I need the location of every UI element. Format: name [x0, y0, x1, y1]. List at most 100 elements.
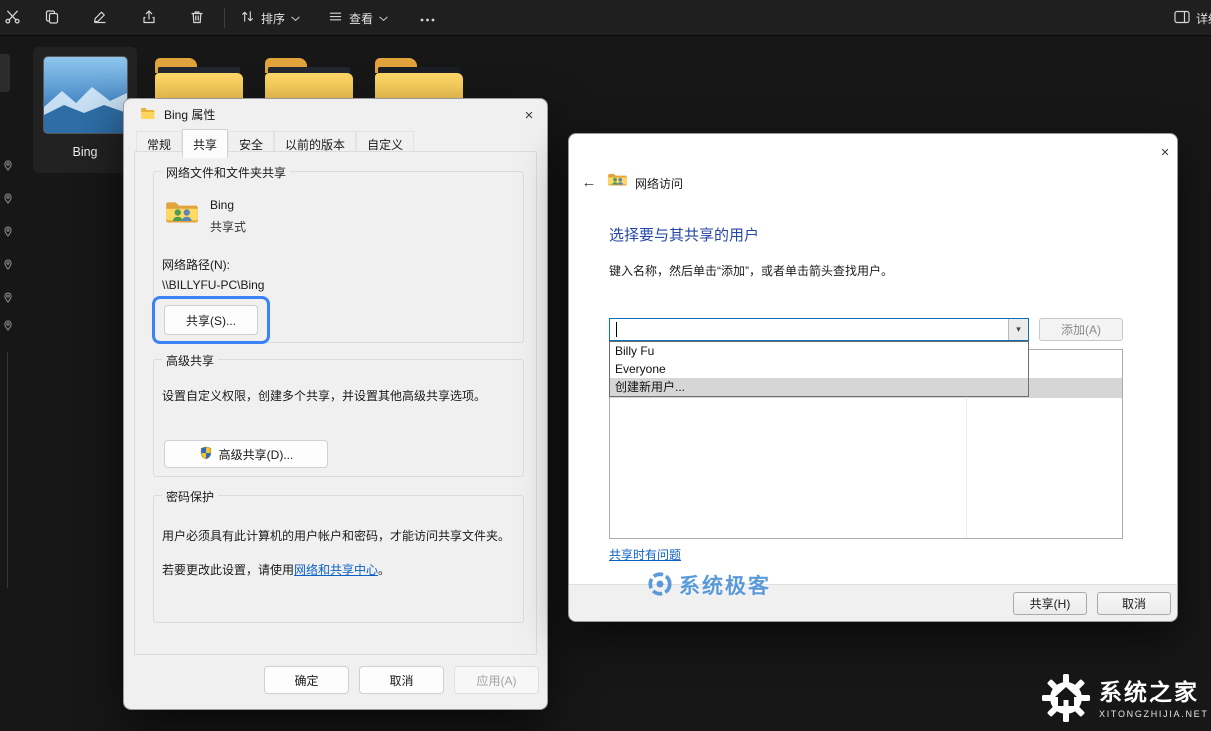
- close-button[interactable]: ×: [515, 103, 543, 127]
- user-dropdown-list: Billy Fu Everyone 创建新用户...: [609, 341, 1029, 397]
- text-caret: [616, 322, 617, 337]
- site-url: XITONGZHIJIA.NET: [1099, 709, 1209, 719]
- close-icon: ×: [1161, 144, 1170, 161]
- dropdown-item-billy-fu[interactable]: Billy Fu: [610, 342, 1028, 360]
- chevron-down-icon: ▾: [1016, 324, 1021, 335]
- details-pane-button[interactable]: 详细: [1168, 4, 1211, 32]
- view-label: 查看: [349, 10, 373, 27]
- pin-icon[interactable]: [3, 259, 13, 273]
- advanced-sharing-description: 设置自定义权限，创建多个共享，并设置其他高级共享选项。: [162, 388, 514, 405]
- dialog-title: Bing 属性: [164, 106, 215, 123]
- copy-icon: [44, 9, 60, 28]
- advanced-sharing-button[interactable]: 高级共享(D)...: [164, 440, 328, 468]
- copy-button[interactable]: [38, 4, 66, 32]
- sort-label: 排序: [261, 10, 285, 27]
- cancel-label: 取消: [389, 672, 413, 689]
- details-label: 详细: [1196, 10, 1211, 27]
- close-icon: ×: [525, 107, 534, 124]
- uac-shield-icon: [199, 446, 213, 463]
- site-name: 系统之家: [1099, 680, 1209, 705]
- delete-button[interactable]: [183, 4, 211, 32]
- view-button[interactable]: 查看: [322, 4, 394, 32]
- network-sharing-group: 网络文件和文件夹共享 Bing 共享式 网络路径(N): \\BILLYFU-P…: [153, 171, 524, 343]
- back-button[interactable]: ←: [577, 172, 601, 192]
- share-button[interactable]: 共享(S)...: [164, 305, 258, 335]
- chevron-down-icon: [291, 11, 300, 25]
- close-button[interactable]: ×: [1152, 140, 1178, 164]
- share-icon: [141, 9, 157, 28]
- group-title: 密码保护: [162, 488, 218, 505]
- ellipsis-icon: [420, 11, 435, 25]
- site-watermark: 系统之家 XITONGZHIJIA.NET: [1042, 674, 1209, 725]
- cancel-label: 取消: [1122, 595, 1146, 612]
- advanced-sharing-button-label: 高级共享(D)...: [219, 446, 294, 463]
- user-combobox-input[interactable]: [610, 319, 1008, 340]
- shared-folder-name: Bing: [210, 198, 234, 212]
- trash-icon: [189, 9, 205, 28]
- combobox-dropdown-button[interactable]: ▾: [1008, 319, 1028, 340]
- view-icon: [328, 9, 343, 27]
- user-combobox: ▾: [609, 318, 1029, 341]
- toolbar-divider: [224, 8, 225, 28]
- pin-icon[interactable]: [3, 160, 13, 174]
- line2-suffix: 。: [378, 563, 390, 577]
- sort-icon: [240, 9, 255, 27]
- more-options-button[interactable]: [414, 4, 441, 32]
- add-button[interactable]: 添加(A): [1039, 318, 1123, 341]
- network-path-label: 网络路径(N):: [162, 256, 230, 273]
- apply-label: 应用(A): [477, 672, 517, 689]
- cut-button[interactable]: [0, 4, 27, 32]
- advanced-sharing-group: 高级共享 设置自定义权限，创建多个共享，并设置其他高级共享选项。 高级共享(D)…: [153, 359, 524, 477]
- folder-item-label: Bing: [33, 145, 137, 159]
- share-state: 共享式: [210, 218, 246, 235]
- folder-item-bing[interactable]: Bing: [33, 47, 137, 173]
- network-path-value: \\BILLYFU-PC\Bing: [162, 278, 264, 292]
- dropdown-item-everyone[interactable]: Everyone: [610, 360, 1028, 378]
- scissors-icon: [4, 8, 21, 28]
- password-protection-line2: 若要更改此设置，请使用网络和共享中心。: [162, 562, 514, 579]
- password-protection-group: 密码保护 用户必须具有此计算机的用户帐户和密码，才能访问共享文件夹。 若要更改此…: [153, 495, 524, 623]
- properties-dialog: Bing 属性 × 常规 共享 安全 以前的版本 自定义 网络文件和文件夹共享 …: [123, 98, 548, 710]
- password-protection-line1: 用户必须具有此计算机的用户帐户和密码，才能访问共享文件夹。: [162, 528, 514, 545]
- back-arrow-icon: ←: [582, 174, 597, 191]
- sidebar-divider: [7, 352, 8, 588]
- shared-folder-icon: [164, 198, 200, 231]
- trouble-sharing-link[interactable]: 共享时有问题: [609, 546, 681, 563]
- network-access-dialog: × ← 网络访问 选择要与其共享的用户 键入名称，然后单击“添加”，或者单击箭头…: [568, 133, 1178, 622]
- explorer-toolbar: 排序 查看 详细: [0, 0, 1211, 36]
- pin-icon[interactable]: [3, 226, 13, 240]
- pin-icon[interactable]: [3, 292, 13, 306]
- pin-icon[interactable]: [3, 193, 13, 207]
- apply-button[interactable]: 应用(A): [454, 666, 539, 694]
- rename-icon: [92, 9, 108, 28]
- share-confirm-button[interactable]: 共享(H): [1013, 592, 1087, 615]
- partial-list-item: [0, 54, 10, 92]
- network-sharing-center-link[interactable]: 网络和共享中心: [294, 563, 378, 577]
- sort-button[interactable]: 排序: [234, 4, 306, 32]
- xitongzhijia-logo-icon: [1042, 674, 1090, 725]
- group-title: 网络文件和文件夹共享: [162, 164, 290, 181]
- bing-folder-thumbnail: [44, 57, 127, 133]
- pin-icon[interactable]: [3, 320, 13, 334]
- dropdown-item-create-new-user[interactable]: 创建新用户...: [610, 378, 1028, 396]
- rename-button[interactable]: [86, 4, 114, 32]
- jiker-watermark: 系统极客: [647, 570, 771, 600]
- share-toolbar-button[interactable]: [135, 4, 163, 32]
- dialog-title: 网络访问: [635, 175, 683, 192]
- folder-icon: [140, 107, 156, 123]
- tab-sharing[interactable]: 共享: [182, 129, 228, 158]
- ok-button[interactable]: 确定: [264, 666, 349, 694]
- details-pane-icon: [1174, 10, 1190, 27]
- share-button-label: 共享(S)...: [186, 312, 236, 329]
- group-title: 高级共享: [162, 352, 218, 369]
- add-button-label: 添加(A): [1061, 321, 1101, 338]
- cancel-button[interactable]: 取消: [1097, 592, 1171, 615]
- jiker-watermark-text: 系统极客: [679, 570, 771, 600]
- choose-people-heading: 选择要与其共享的用户: [609, 224, 759, 245]
- network-access-icon: [607, 171, 628, 192]
- dialog-titlebar: Bing 属性: [140, 106, 215, 123]
- cancel-button[interactable]: 取消: [359, 666, 444, 694]
- ok-label: 确定: [294, 672, 318, 689]
- jiker-logo-icon: [647, 571, 673, 600]
- share-confirm-label: 共享(H): [1030, 595, 1071, 612]
